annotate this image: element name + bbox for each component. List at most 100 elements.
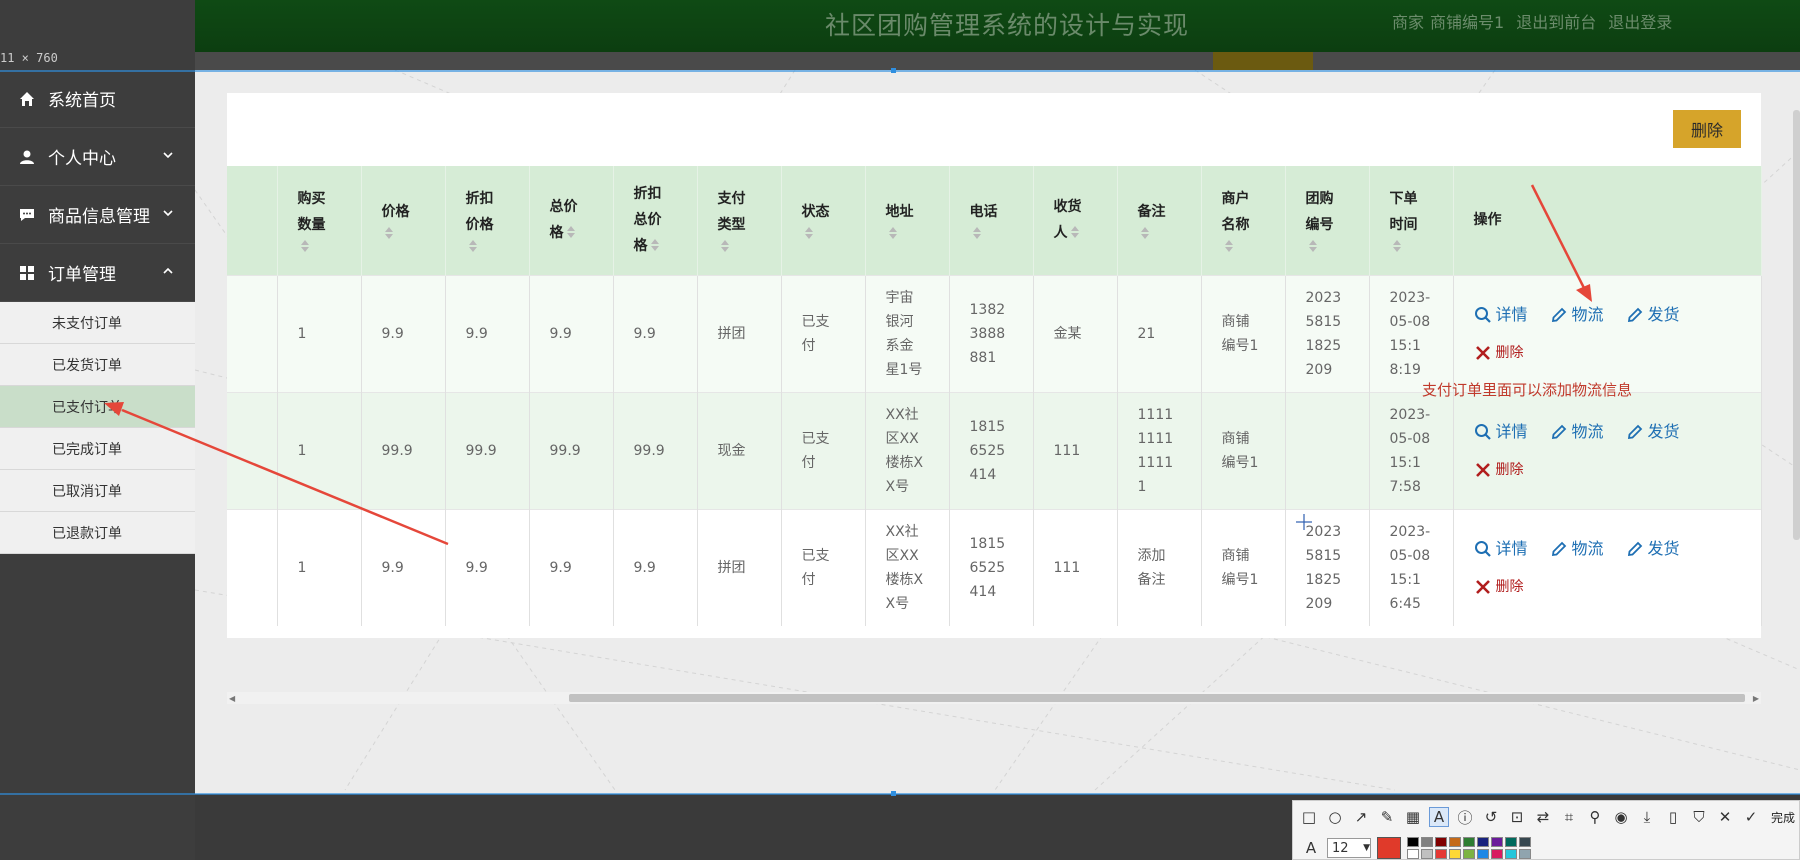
detail-button[interactable]: 详情: [1474, 537, 1528, 561]
color-swatch[interactable]: [1505, 837, 1517, 847]
ship-button[interactable]: 发货: [1626, 420, 1680, 444]
delete-button[interactable]: 删除: [1474, 341, 1524, 365]
logistics-button[interactable]: 物流: [1550, 303, 1604, 327]
sidebar-item-orders[interactable]: 订单管理: [0, 244, 195, 302]
table-row[interactable]: 1 99.9 99.9 99.9 99.9 现金 已支付 XX社 区XX 楼栋X X号 1815 652…: [227, 391, 1762, 509]
table-row[interactable]: 1 9.9 9.9 9.9 9.9 拼团 已支付 XX社 区XX 楼栋X X号 1815 6525 414…: [227, 508, 1762, 626]
font-size-select[interactable]: 12 ▼: [1327, 838, 1371, 858]
row-select-cell[interactable]: [227, 391, 278, 509]
color-swatch[interactable]: [1519, 849, 1531, 859]
ellipse-tool-icon[interactable]: ○: [1325, 807, 1345, 827]
table-row[interactable]: 1 9.9 9.9 9.9 9.9 拼团 已支付宇宙 银河 系金 星1号 1382 3888 881 金某…: [227, 274, 1762, 392]
color-swatch[interactable]: [1477, 837, 1489, 847]
record-icon[interactable]: ◉: [1611, 807, 1631, 827]
column-header[interactable]: 下单 时间: [1369, 166, 1454, 275]
submenu-shipped-orders[interactable]: 已发货订单: [0, 344, 195, 386]
color-swatch[interactable]: [1449, 849, 1461, 859]
bookmark-icon[interactable]: ⛉: [1689, 807, 1709, 827]
text-tool-icon[interactable]: A: [1429, 807, 1449, 827]
horizontal-scrollbar[interactable]: ◀ ▶: [227, 692, 1761, 704]
color-swatch[interactable]: [1435, 849, 1447, 859]
column-header[interactable]: 商户 名称: [1201, 166, 1286, 275]
submenu-paid-orders[interactable]: 已支付订单: [0, 386, 195, 428]
color-swatch[interactable]: [1491, 849, 1503, 859]
phone-icon[interactable]: ▯: [1663, 807, 1683, 827]
submenu-refunded-orders[interactable]: 已退款订单: [0, 512, 195, 554]
column-header[interactable]: 收货人: [1033, 166, 1118, 275]
column-header[interactable]: 电话: [949, 166, 1034, 275]
sort-icon[interactable]: [1308, 240, 1318, 254]
pen-tool-icon[interactable]: ✎: [1377, 807, 1397, 827]
column-header[interactable]: 折扣 总价格: [613, 166, 698, 275]
logistics-button[interactable]: 物流: [1550, 537, 1604, 561]
scrollbar-thumb[interactable]: [569, 694, 1745, 702]
color-swatch[interactable]: [1407, 837, 1419, 847]
sort-icon[interactable]: [720, 240, 730, 254]
sort-icon[interactable]: [1070, 226, 1080, 240]
ocr-icon[interactable]: ⊡: [1507, 807, 1527, 827]
arrow-tool-icon[interactable]: ↗: [1351, 807, 1371, 827]
color-swatch[interactable]: [1519, 837, 1531, 847]
scroll-left-icon[interactable]: ◀: [229, 694, 235, 703]
sidebar-item-goods[interactable]: 商品信息管理: [0, 186, 195, 244]
sort-icon[interactable]: [300, 240, 310, 254]
sort-icon[interactable]: [972, 227, 982, 241]
mosaic-tool-icon[interactable]: ▦: [1403, 807, 1423, 827]
sort-icon[interactable]: [384, 227, 394, 241]
color-swatch[interactable]: [1491, 837, 1503, 847]
check-icon[interactable]: ✓: [1741, 807, 1761, 827]
close-icon[interactable]: ✕: [1715, 807, 1735, 827]
scan-icon[interactable]: ⌗: [1559, 807, 1579, 827]
pin-icon[interactable]: ⚲: [1585, 807, 1605, 827]
column-header[interactable]: 总价格: [529, 166, 614, 275]
sort-icon[interactable]: [804, 227, 814, 241]
color-swatch[interactable]: [1421, 837, 1433, 847]
delete-button[interactable]: 删除: [1474, 458, 1524, 482]
column-header[interactable]: 地址: [865, 166, 950, 275]
sidebar-item-personal[interactable]: 个人中心: [0, 128, 195, 186]
download-icon[interactable]: ⤓: [1637, 807, 1657, 827]
color-swatch[interactable]: [1407, 849, 1419, 859]
translate-icon[interactable]: ⇄: [1533, 807, 1553, 827]
sort-icon[interactable]: [566, 226, 576, 240]
sort-icon[interactable]: [468, 240, 478, 254]
column-header[interactable]: 操作: [1453, 166, 1762, 275]
sort-icon[interactable]: [888, 227, 898, 241]
logout-link[interactable]: 退出登录: [1608, 9, 1672, 33]
submenu-completed-orders[interactable]: 已完成订单: [0, 428, 195, 470]
delete-button[interactable]: 删除: [1474, 575, 1524, 599]
column-header[interactable]: 支付 类型: [697, 166, 782, 275]
column-header[interactable]: 购买 数量: [277, 166, 362, 275]
color-swatch[interactable]: [1449, 837, 1461, 847]
sort-icon[interactable]: [1140, 227, 1150, 241]
sort-icon[interactable]: [650, 239, 660, 253]
color-swatch[interactable]: [1421, 849, 1433, 859]
rectangle-tool-icon[interactable]: □: [1299, 807, 1319, 827]
number-tool-icon[interactable]: ⓘ: [1455, 807, 1475, 827]
logistics-button[interactable]: 物流: [1550, 420, 1604, 444]
column-header[interactable]: 折扣 价格: [445, 166, 530, 275]
column-header[interactable]: 状态: [781, 166, 866, 275]
sort-icon[interactable]: [1392, 240, 1402, 254]
ship-button[interactable]: 发货: [1626, 537, 1680, 561]
color-swatch[interactable]: [1477, 849, 1489, 859]
color-swatch[interactable]: [1505, 849, 1517, 859]
detail-button[interactable]: 详情: [1474, 303, 1528, 327]
color-swatch[interactable]: [1435, 837, 1447, 847]
vertical-scrollbar[interactable]: [1793, 110, 1800, 540]
column-header[interactable]: 价格: [361, 166, 446, 275]
row-select-cell[interactable]: [227, 508, 278, 626]
batch-delete-button[interactable]: 删除: [1673, 110, 1741, 148]
submenu-cancelled-orders[interactable]: 已取消订单: [0, 470, 195, 512]
sort-icon[interactable]: [1224, 240, 1234, 254]
done-button[interactable]: 完成: [1771, 809, 1795, 826]
row-select-cell[interactable]: [227, 274, 278, 392]
current-color-swatch[interactable]: [1377, 837, 1401, 859]
color-swatch[interactable]: [1463, 849, 1475, 859]
ship-button[interactable]: 发货: [1626, 303, 1680, 327]
submenu-unpaid-orders[interactable]: 未支付订单: [0, 302, 195, 344]
column-header[interactable]: 备注: [1117, 166, 1202, 275]
color-swatch[interactable]: [1463, 837, 1475, 847]
sidebar-item-home[interactable]: 系统首页: [0, 70, 195, 128]
detail-button[interactable]: 详情: [1474, 420, 1528, 444]
